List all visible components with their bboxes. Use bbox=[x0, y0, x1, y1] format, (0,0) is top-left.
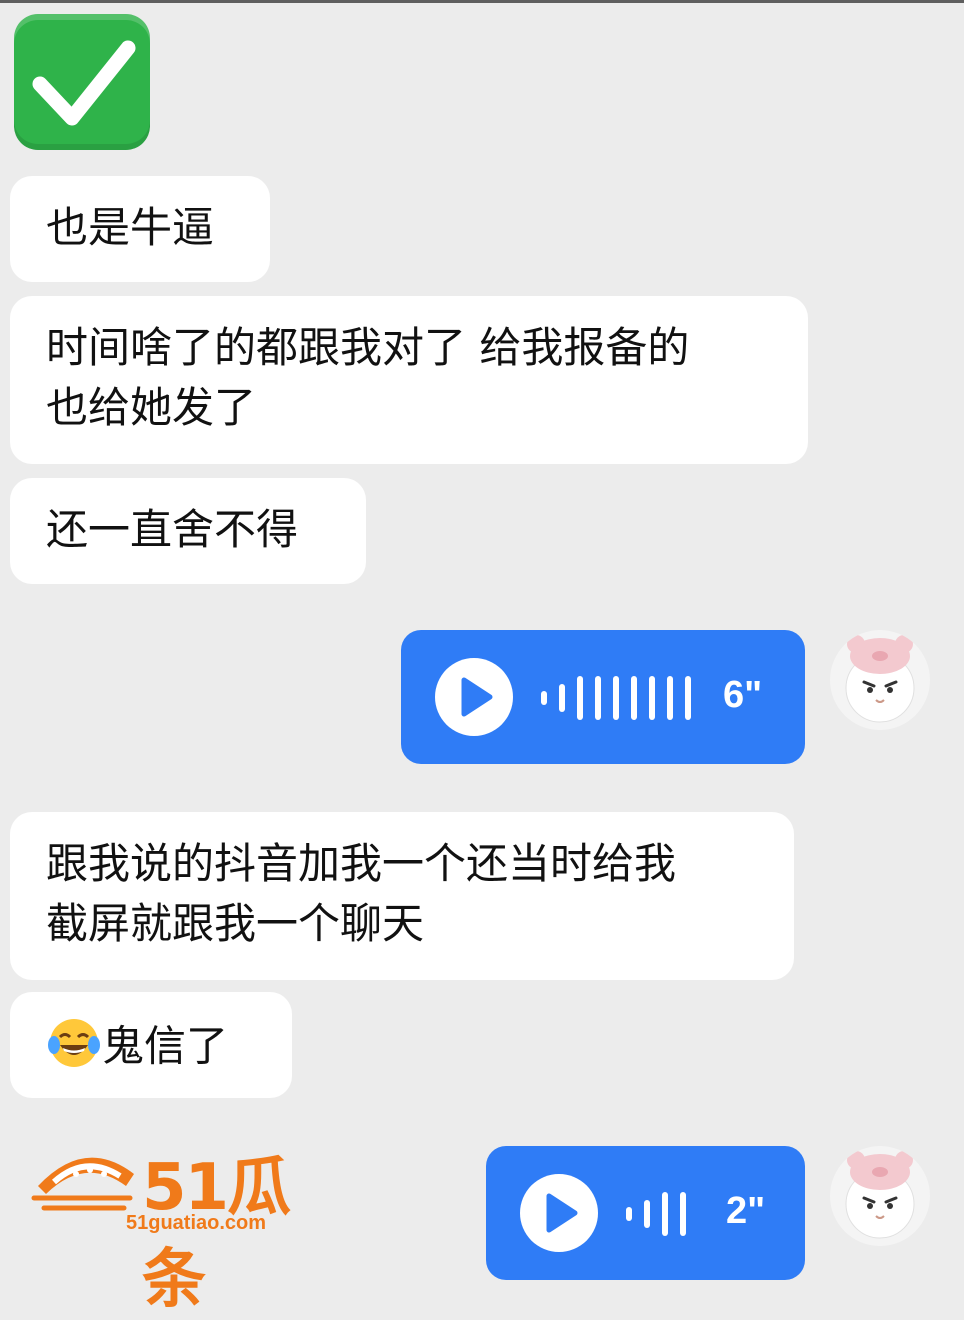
watermark: 51瓜条 51guatiao.com bbox=[30, 1140, 330, 1317]
play-icon[interactable] bbox=[520, 1174, 598, 1252]
message-text-line: 跟我说的抖音加我一个还当时给我 bbox=[46, 839, 677, 888]
voice-duration: 2" bbox=[726, 1190, 766, 1232]
message-text-line: 截屏就跟我一个聊天 bbox=[46, 899, 425, 948]
voice-message-bubble[interactable]: 2" bbox=[486, 1146, 805, 1280]
play-icon[interactable] bbox=[435, 658, 513, 736]
watermelon-logo-icon bbox=[30, 1146, 140, 1220]
voice-duration: 6" bbox=[723, 674, 763, 716]
tears-of-joy-icon bbox=[46, 1015, 102, 1071]
message-text-line: 时间啥了的都跟我对了 给我报备的 bbox=[46, 323, 690, 372]
check-mark-button-icon bbox=[14, 14, 150, 150]
avatar[interactable] bbox=[830, 630, 930, 730]
message-text: 还一直舍不得 bbox=[46, 505, 299, 554]
waveform-icon bbox=[541, 676, 691, 720]
message-bubble[interactable]: 还一直舍不得 bbox=[10, 478, 366, 584]
waveform-icon bbox=[626, 1192, 686, 1236]
message-bubble[interactable]: 跟我说的抖音加我一个还当时给我 截屏就跟我一个聊天 bbox=[10, 812, 794, 980]
message-text: 鬼信了 bbox=[102, 1021, 229, 1071]
message-bubble[interactable]: 鬼信了 bbox=[10, 992, 292, 1098]
avatar[interactable] bbox=[830, 1146, 930, 1246]
message-text: 也是牛逼 bbox=[46, 203, 215, 252]
message-bubble[interactable]: 时间啥了的都跟我对了 给我报备的 也给她发了 bbox=[10, 296, 808, 464]
watermark-url: 51guatiao.com bbox=[126, 1212, 267, 1234]
voice-message-bubble[interactable]: 6" bbox=[401, 630, 805, 764]
message-text-line: 也给她发了 bbox=[46, 383, 257, 432]
top-divider bbox=[0, 0, 964, 3]
message-bubble[interactable]: 也是牛逼 bbox=[10, 176, 270, 282]
